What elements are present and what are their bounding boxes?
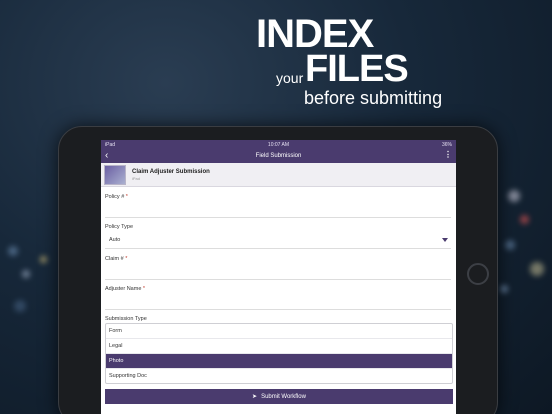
headline-files: FILES bbox=[305, 48, 409, 90]
battery-indicator: 36% bbox=[441, 141, 452, 148]
submission-option[interactable]: Form bbox=[106, 324, 452, 339]
adjuster-name-input[interactable] bbox=[105, 294, 451, 308]
workflow-subtitle: iPad bbox=[132, 175, 141, 181]
bokeh-light bbox=[14, 300, 26, 312]
bokeh-light bbox=[40, 256, 47, 263]
claim-number-label: Claim # * bbox=[105, 256, 128, 262]
more-options-icon[interactable]: ⋮ bbox=[444, 150, 452, 159]
workflow-thumbnail-icon bbox=[104, 164, 126, 185]
claim-number-input[interactable] bbox=[105, 264, 451, 278]
submission-option[interactable]: Legal bbox=[106, 339, 452, 354]
submit-workflow-button[interactable]: ➤ Submit Workflow bbox=[105, 389, 453, 404]
submission-option[interactable]: Supporting Doc bbox=[106, 369, 452, 384]
status-bar: iPad 10:07 AM 36% bbox=[101, 140, 456, 149]
policy-type-underline bbox=[105, 248, 451, 249]
submission-type-label: Submission Type bbox=[105, 316, 147, 322]
submission-option-selected[interactable]: Photo bbox=[106, 354, 452, 369]
workflow-header: Claim Adjuster Submission iPad bbox=[101, 163, 456, 187]
status-time: 10:07 AM bbox=[267, 141, 290, 148]
bokeh-light bbox=[530, 262, 544, 276]
adjuster-name-label: Adjuster Name * bbox=[105, 286, 146, 292]
home-button[interactable] bbox=[467, 263, 489, 285]
headline-your: your bbox=[276, 70, 304, 86]
bokeh-light bbox=[505, 240, 515, 250]
nav-bar: ‹ Field Submission ⋮ bbox=[101, 149, 456, 163]
policy-number-underline bbox=[105, 217, 451, 218]
claim-number-underline bbox=[105, 279, 451, 280]
back-chevron-icon[interactable]: ‹ bbox=[105, 150, 108, 161]
policy-number-input[interactable] bbox=[105, 202, 451, 216]
submit-workflow-label: Submit Workflow bbox=[261, 393, 306, 400]
submission-type-list: Form Legal Photo Supporting Doc bbox=[105, 323, 453, 384]
bokeh-light bbox=[508, 190, 520, 202]
send-icon: ➤ bbox=[252, 394, 258, 400]
chevron-down-icon bbox=[442, 238, 448, 242]
policy-type-label: Policy Type bbox=[105, 224, 134, 230]
adjuster-name-underline bbox=[105, 309, 451, 310]
bokeh-light bbox=[520, 215, 529, 224]
carrier-label: iPad bbox=[105, 141, 116, 148]
tablet-screen: iPad 10:07 AM 36% ‹ Field Submission ⋮ C… bbox=[101, 140, 456, 414]
policy-type-value: Auto bbox=[109, 237, 121, 243]
bokeh-light bbox=[500, 285, 508, 293]
bokeh-light bbox=[22, 270, 30, 278]
policy-number-label: Policy # * bbox=[105, 194, 128, 200]
headline-before-submitting: before submitting bbox=[304, 88, 443, 108]
bokeh-light bbox=[8, 246, 18, 256]
workflow-title: Claim Adjuster Submission bbox=[132, 168, 210, 175]
policy-type-select[interactable]: Auto bbox=[105, 233, 451, 247]
page-title: Field Submission bbox=[255, 153, 302, 159]
